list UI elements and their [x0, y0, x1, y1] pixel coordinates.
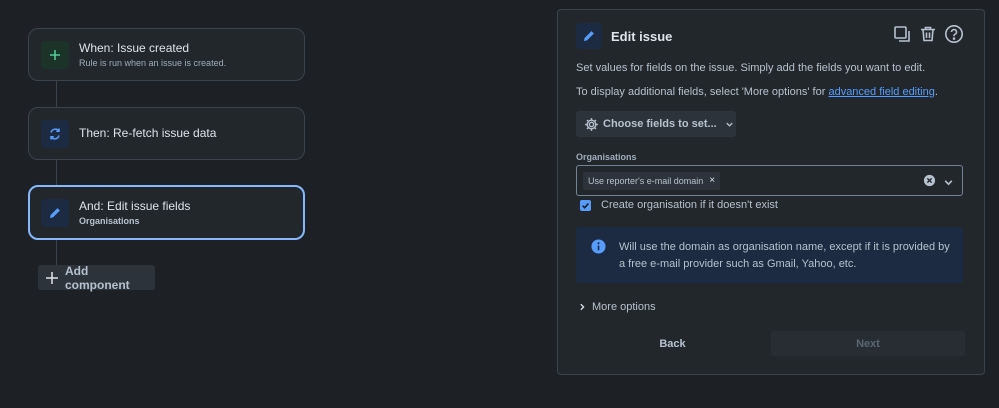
edit-issue-action-card[interactable]: And: Edit issue fields Organisations — [28, 185, 305, 240]
create-organisation-checkbox[interactable] — [580, 199, 591, 211]
advanced-editing-hint: To display additional fields, select 'Mo… — [576, 86, 938, 98]
add-component-label: Add component — [65, 263, 130, 292]
add-component-button[interactable]: Add component — [38, 263, 155, 292]
refresh-icon — [41, 119, 69, 148]
plus-icon — [41, 40, 69, 69]
edit-issue-title: And: Edit issue fields — [79, 198, 191, 213]
flow-connector-2 — [56, 160, 57, 185]
chevron-down-icon — [725, 120, 734, 129]
more-options-label: More options — [592, 301, 656, 313]
selected-value-tag: Use reporter's e-mail domain × — [583, 171, 721, 190]
chevron-down-icon[interactable] — [943, 175, 954, 193]
panel-title: Edit issue — [611, 28, 673, 44]
choose-fields-label: Choose fields to set... — [603, 118, 717, 130]
refetch-title: Then: Re-fetch issue data — [79, 126, 217, 140]
duplicate-icon[interactable] — [892, 24, 912, 44]
refetch-action-card[interactable]: Then: Re-fetch issue data — [28, 107, 305, 160]
info-message: Will use the domain as organisation name… — [576, 227, 963, 283]
advanced-field-editing-link[interactable]: advanced field editing — [828, 86, 934, 98]
pencil-icon — [41, 198, 69, 227]
panel-description: Set values for fields on the issue. Simp… — [576, 62, 926, 74]
remove-tag-icon[interactable]: × — [709, 175, 715, 186]
gear-icon — [584, 117, 599, 132]
flow-connector-1 — [56, 81, 57, 107]
edit-issue-subtitle: Organisations — [79, 215, 140, 226]
next-button[interactable]: Next — [771, 331, 965, 356]
trigger-title: When: Issue created — [79, 40, 190, 55]
help-icon[interactable] — [944, 24, 964, 44]
clear-icon[interactable] — [923, 174, 936, 192]
pencil-icon — [576, 23, 602, 49]
trigger-subtitle: Rule is run when an issue is created. — [79, 57, 227, 68]
create-organisation-label: Create organisation if it doesn't exist — [601, 199, 778, 211]
trigger-card[interactable]: When: Issue created Rule is run when an … — [28, 28, 305, 81]
back-button[interactable]: Back — [576, 331, 769, 356]
plus-icon — [45, 271, 59, 285]
chevron-right-icon — [578, 303, 586, 311]
choose-fields-button[interactable]: Choose fields to set... — [576, 111, 736, 137]
organisations-select[interactable]: Use reporter's e-mail domain × — [576, 165, 963, 196]
more-options-toggle[interactable]: More options — [578, 301, 656, 313]
info-icon — [591, 239, 606, 259]
organisations-label: Organisations — [576, 152, 637, 162]
info-text: Will use the domain as organisation name… — [619, 241, 950, 270]
flow-connector-3 — [56, 240, 57, 265]
selected-value-text: Use reporter's e-mail domain — [588, 175, 704, 186]
trash-icon[interactable] — [918, 24, 938, 44]
edit-issue-panel: Edit issue Set values for fields on the … — [557, 9, 985, 375]
